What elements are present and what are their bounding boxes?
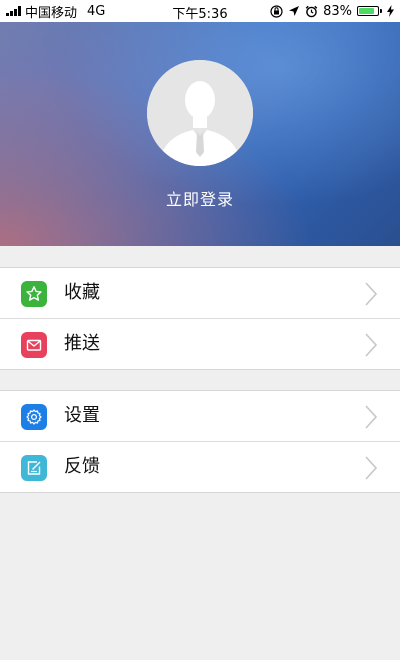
- menu-item-push[interactable]: 推送: [0, 318, 400, 369]
- favorites-icon-badge: [21, 281, 47, 307]
- gear-icon: [26, 409, 42, 425]
- carrier-name: 中国移动: [25, 5, 78, 21]
- status-bar: 中国移动 4G 下午5:36 83%: [0, 0, 400, 22]
- user-silhouette-icon: [147, 60, 253, 166]
- menu-item-label: 反馈: [64, 456, 100, 477]
- menu-group-2: 设置 反馈: [0, 390, 400, 493]
- network-type: 4G: [87, 3, 106, 19]
- menu-item-settings[interactable]: 设置: [0, 391, 400, 441]
- push-icon-badge: [21, 332, 47, 358]
- avatar[interactable]: [147, 60, 253, 166]
- battery-fill: [359, 8, 374, 14]
- mail-icon: [26, 339, 42, 351]
- chevron-right-icon: [364, 332, 378, 358]
- battery-percent: 83%: [323, 3, 352, 19]
- charging-icon: [387, 5, 394, 17]
- menu-item-feedback[interactable]: 反馈: [0, 441, 400, 492]
- star-icon: [26, 286, 42, 301]
- battery-icon: [357, 6, 382, 16]
- chevron-right-icon: [364, 281, 378, 307]
- settings-icon-badge: [21, 404, 47, 430]
- chevron-right-icon: [364, 404, 378, 430]
- signal-icon: [6, 6, 21, 16]
- orientation-lock-icon: [270, 4, 283, 18]
- menu-group-1: 收藏 推送: [0, 267, 400, 370]
- edit-icon: [27, 461, 41, 475]
- menu-item-label: 收藏: [64, 282, 100, 303]
- location-icon: [289, 6, 300, 16]
- chevron-right-icon: [364, 455, 378, 481]
- login-link[interactable]: 立即登录: [0, 186, 400, 210]
- alarm-icon: [305, 5, 318, 17]
- menu-item-label: 设置: [64, 405, 100, 426]
- menu-item-favorites[interactable]: 收藏: [0, 268, 400, 318]
- profile-header: 立即登录: [0, 22, 400, 246]
- menu-item-label: 推送: [64, 333, 100, 354]
- feedback-icon-badge: [21, 455, 47, 481]
